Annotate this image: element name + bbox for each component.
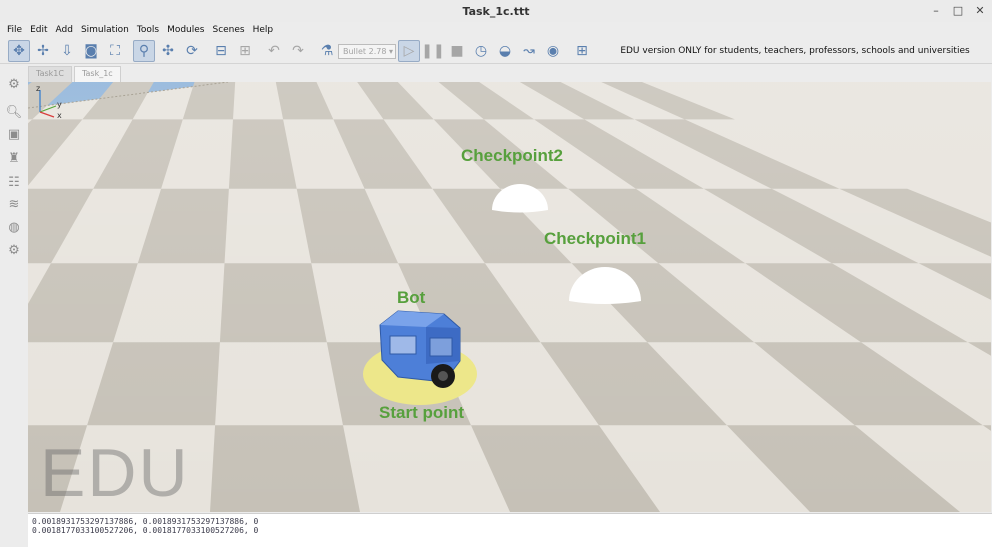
- close-button[interactable]: ✕: [970, 0, 990, 22]
- start-simulation-icon[interactable]: ▷: [398, 40, 420, 62]
- object-rotate-icon[interactable]: ⟳: [181, 40, 203, 62]
- simulation-settings-icon[interactable]: ⚙: [4, 74, 24, 94]
- scene-hierarchy-sidebar-icon[interactable]: ☷: [4, 172, 24, 192]
- transfer-dna-icon[interactable]: ⊞: [234, 40, 256, 62]
- scene-tabs: Task1C Task_1c: [28, 66, 123, 82]
- engine-settings-icon[interactable]: ⚗: [316, 40, 338, 62]
- object-shift-icon[interactable]: ✣: [157, 40, 179, 62]
- zoom-icon[interactable]: 🔍︎: [4, 102, 24, 122]
- speed-up-icon[interactable]: ↝: [518, 40, 540, 62]
- left-sidebar: ⚙ 🔍︎ ▣ ♜ ☷ ≋ ◍ ⚙: [0, 64, 28, 514]
- object-properties-icon[interactable]: ◍: [4, 217, 24, 237]
- status-console: 0.0018931753297137886, 0.001893175329713…: [28, 513, 992, 547]
- user-settings-icon[interactable]: ♜: [4, 148, 24, 168]
- undo-icon[interactable]: ↶: [263, 40, 285, 62]
- camera-rotate-icon[interactable]: ✢: [32, 40, 54, 62]
- scene-hierarchy-icon[interactable]: ⊞: [571, 40, 593, 62]
- real-time-icon[interactable]: ◷: [470, 40, 492, 62]
- menu-tools[interactable]: Tools: [133, 22, 163, 38]
- assemble-icon[interactable]: ⊟: [210, 40, 232, 62]
- axis-gizmo: z y x: [36, 84, 62, 120]
- menu-file[interactable]: File: [3, 22, 26, 38]
- edu-watermark: EDU: [40, 435, 190, 511]
- object-select-icon[interactable]: ⚲: [133, 40, 155, 62]
- start-point-label: Start point: [379, 403, 464, 422]
- model-browser-icon[interactable]: ▣: [4, 124, 24, 144]
- checkpoint2-label: Checkpoint2: [461, 146, 564, 165]
- main-toolbar: ✥ ✢ ⇩ ◙ ⛶ ⚲ ✣ ⟳ ⊟ ⊞ ↶ ↷ ⚗ Bullet 2.78 ▾ …: [0, 38, 992, 64]
- tab-task-1c[interactable]: Task_1c: [73, 66, 121, 82]
- axis-z-label: z: [36, 84, 40, 93]
- fit-to-view-icon[interactable]: ⛶: [104, 40, 126, 62]
- physics-engine-value: Bullet 2.78: [343, 47, 387, 56]
- tab-task1c[interactable]: Task1C: [28, 66, 72, 82]
- physics-engine-select[interactable]: Bullet 2.78 ▾: [338, 44, 396, 59]
- layers-icon[interactable]: ≋: [4, 194, 24, 214]
- calculation-modules-icon[interactable]: ⚙: [4, 240, 24, 260]
- console-line: 0.0018931753297137886, 0.001893175329713…: [32, 517, 259, 526]
- window-title: Task_1c.ttt: [462, 5, 530, 18]
- camera-angle-icon[interactable]: ◙: [80, 40, 102, 62]
- minimize-button[interactable]: –: [926, 0, 946, 22]
- menu-modules[interactable]: Modules: [163, 22, 208, 38]
- menu-edit[interactable]: Edit: [26, 22, 51, 38]
- camera-shift-icon[interactable]: ⇩: [56, 40, 78, 62]
- axis-y-label: y: [57, 100, 62, 109]
- console-line: 0.0018177033100527206, 0.001817703310052…: [32, 526, 259, 535]
- menu-simulation[interactable]: Simulation: [77, 22, 133, 38]
- menu-bar: File Edit Add Simulation Tools Modules S…: [0, 22, 992, 38]
- checkpoint1-label: Checkpoint1: [544, 229, 647, 248]
- menu-help[interactable]: Help: [249, 22, 278, 38]
- axis-x-label: x: [57, 111, 62, 120]
- bot-label: Bot: [397, 288, 426, 307]
- pause-simulation-icon[interactable]: ❚❚: [421, 40, 444, 62]
- maximize-button[interactable]: □: [948, 0, 968, 22]
- redo-icon[interactable]: ↷: [287, 40, 309, 62]
- title-bar: Task_1c.ttt – □ ✕: [0, 0, 992, 22]
- slow-down-icon[interactable]: ◒: [494, 40, 516, 62]
- menu-scenes[interactable]: Scenes: [208, 22, 248, 38]
- scene-viewport[interactable]: Checkpoint2 Checkpoint1 Bot Start point …: [28, 82, 991, 512]
- visualization-icon[interactable]: ◉: [542, 40, 564, 62]
- stop-simulation-icon[interactable]: ■: [446, 40, 468, 62]
- edu-banner: EDU version ONLY for students, teachers,…: [620, 46, 970, 56]
- menu-add[interactable]: Add: [52, 22, 77, 38]
- camera-pan-icon[interactable]: ✥: [8, 40, 30, 62]
